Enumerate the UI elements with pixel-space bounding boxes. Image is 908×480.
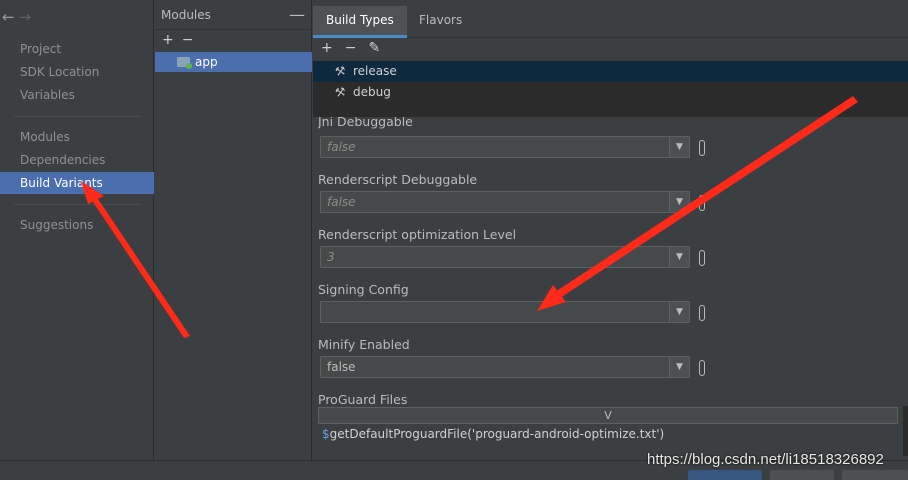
nav-item-variables[interactable]: Variables [0, 84, 154, 106]
nav-item-suggestions[interactable]: Suggestions [0, 214, 154, 236]
tab-build-types[interactable]: Build Types [313, 6, 407, 38]
field-label-renderscript-opt-level: Renderscript optimization Level [318, 227, 517, 242]
proguard-file-value: getDefaultProguardFile('proguard-android… [329, 427, 665, 441]
modules-title: Modules [161, 8, 211, 22]
build-type-release[interactable]: ⚒ release [313, 61, 908, 82]
edit-icon[interactable]: ✎ [368, 40, 380, 56]
module-label: app [195, 55, 218, 69]
hammer-icon: ⚒ [333, 84, 347, 101]
dollar-sign: $ [322, 427, 330, 441]
combo-value: false [327, 360, 356, 374]
browse-icon[interactable] [699, 250, 705, 266]
combo-value: false [327, 195, 356, 209]
nav-item-project[interactable]: Project [0, 38, 154, 60]
add-build-type-icon[interactable]: + [321, 40, 333, 56]
browse-icon[interactable] [699, 305, 705, 321]
browse-icon[interactable] [699, 195, 705, 211]
left-navigation: ←→ Project SDK Location Variables Module… [0, 0, 154, 460]
build-types-editor: Build Types Flavors + − ✎ ⚒ release ⚒ debug … [313, 0, 908, 460]
nav-item-modules[interactable]: Modules [0, 126, 154, 148]
history-nav: ←→ [2, 8, 35, 26]
build-type-label: release [353, 64, 397, 78]
field-label-renderscript-debuggable: Renderscript Debuggable [318, 172, 478, 187]
remove-module-icon[interactable]: − [182, 32, 202, 48]
build-type-debug[interactable]: ⚒ debug [313, 82, 908, 103]
apply-button[interactable] [842, 470, 908, 480]
cancel-button[interactable] [770, 470, 834, 480]
nav-divider [14, 116, 140, 117]
signing-config-combo[interactable]: ▼ [320, 301, 690, 323]
dropdown-arrow-icon[interactable]: ▼ [669, 302, 689, 322]
renderscript-opt-level-combo[interactable]: 3 ▼ [320, 246, 690, 268]
renderscript-debuggable-combo[interactable]: false ▼ [320, 191, 690, 213]
proguard-column-header[interactable]: V [318, 407, 898, 424]
nav-divider [14, 204, 140, 205]
modules-header: Modules — [155, 0, 311, 30]
collapse-icon[interactable]: — [289, 0, 305, 30]
dropdown-arrow-icon[interactable]: ▼ [669, 137, 689, 157]
build-type-label: debug [353, 85, 391, 99]
combo-value: 3 [327, 250, 335, 264]
nav-item-sdk-location[interactable]: SDK Location [0, 61, 154, 83]
module-folder-icon [177, 57, 192, 69]
browse-icon[interactable] [699, 360, 705, 376]
field-label-signing-config: Signing Config [318, 282, 409, 297]
modules-panel: Modules — +− app [155, 0, 312, 460]
hammer-icon: ⚒ [333, 63, 347, 80]
dropdown-arrow-icon[interactable]: ▼ [669, 247, 689, 267]
minify-enabled-combo[interactable]: false ▼ [320, 356, 690, 378]
back-arrow-icon[interactable]: ← [2, 8, 19, 26]
nav-item-dependencies[interactable]: Dependencies [0, 149, 154, 171]
browse-icon[interactable] [699, 140, 705, 156]
tab-flavors[interactable]: Flavors [406, 6, 475, 38]
field-label-jni-debuggable: Jni Debuggable [318, 117, 413, 129]
build-types-toolbar: + − ✎ [321, 40, 392, 56]
watermark: https://blog.csdn.net/li18518326892 [647, 451, 884, 468]
nav-item-build-variants[interactable]: Build Variants [0, 172, 154, 194]
dropdown-arrow-icon[interactable]: ▼ [669, 357, 689, 377]
tab-bar: Build Types Flavors [313, 0, 908, 38]
modules-toolbar: +− [162, 32, 201, 48]
jni-debuggable-combo[interactable]: false ▼ [320, 136, 690, 158]
proguard-files-table: V $getDefaultProguardFile('proguard-andr… [318, 407, 898, 458]
field-label-proguard-files: ProGuard Files [318, 392, 408, 407]
table-scrollbar[interactable] [903, 406, 908, 456]
field-label-minify-enabled: Minify Enabled [318, 337, 410, 352]
add-module-icon[interactable]: + [162, 32, 182, 48]
module-item-app[interactable]: app [155, 52, 312, 72]
forward-arrow-icon[interactable]: → [19, 8, 36, 26]
combo-value: false [327, 140, 356, 154]
proguard-file-row[interactable]: $getDefaultProguardFile('proguard-androi… [322, 427, 664, 441]
remove-build-type-icon[interactable]: − [345, 40, 357, 56]
ok-button[interactable] [688, 470, 762, 480]
dropdown-arrow-icon[interactable]: ▼ [669, 192, 689, 212]
